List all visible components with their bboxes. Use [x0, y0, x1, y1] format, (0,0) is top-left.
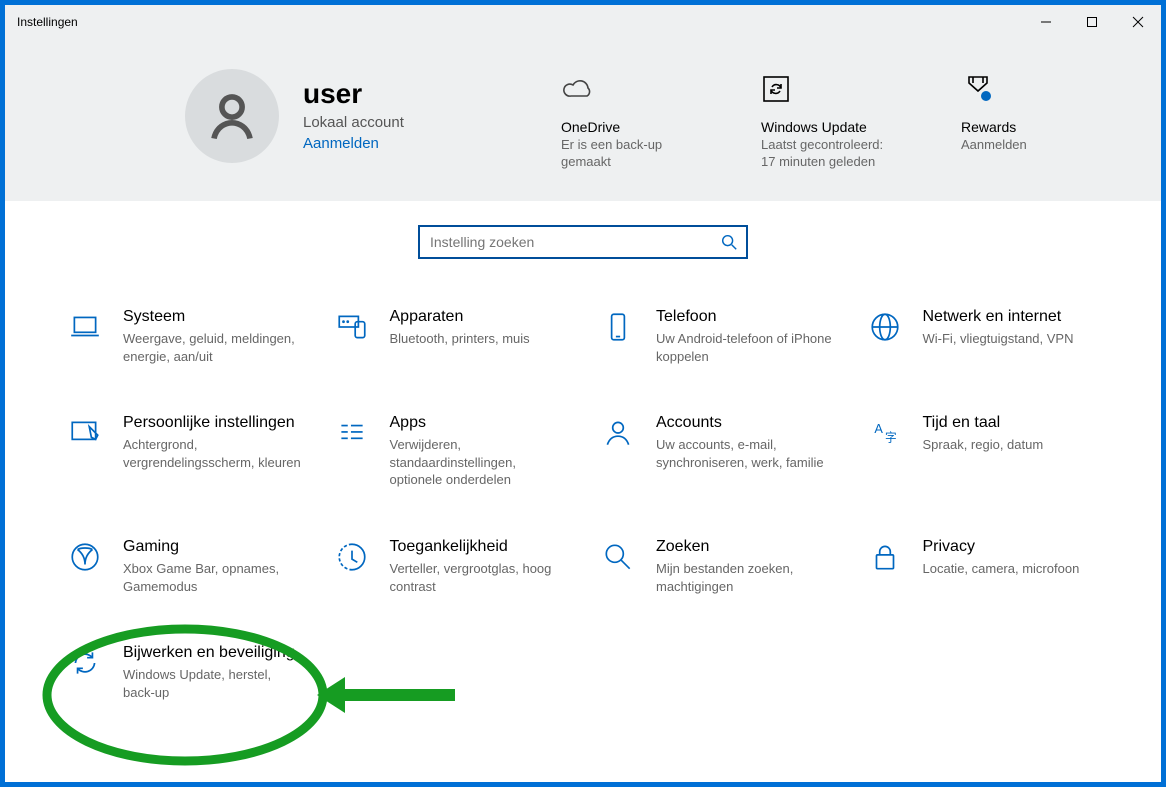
status-desc: Laatst gecontroleerd: 17 minuten geleden: [761, 137, 901, 171]
user-info: user Lokaal account Aanmelden: [303, 80, 404, 152]
category-desc: Verwijderen, standaardinstellingen, opti…: [390, 436, 569, 489]
laptop-icon: [65, 307, 105, 347]
time-language-icon: A字: [865, 413, 905, 453]
status-desc: Aanmelden: [961, 137, 1101, 154]
category-apps[interactable]: Apps Verwijderen, standaardinstellingen,…: [332, 413, 569, 489]
refresh-icon: [65, 643, 105, 683]
status-title: Rewards: [961, 119, 1101, 135]
category-time-language[interactable]: A字 Tijd en taal Spraak, regio, datum: [865, 413, 1102, 489]
window-title: Instellingen: [17, 15, 78, 29]
user-name: user: [303, 80, 404, 108]
minimize-icon: [1040, 16, 1052, 28]
account-icon: [598, 413, 638, 453]
minimize-button[interactable]: [1023, 5, 1069, 39]
status-title: OneDrive: [561, 119, 701, 135]
category-desc: Wi-Fi, vliegtuigstand, VPN: [923, 330, 1074, 348]
svg-text:字: 字: [885, 431, 897, 445]
category-desc: Windows Update, herstel, back-up: [123, 666, 302, 701]
rewards-icon: [961, 69, 1101, 109]
status-title: Windows Update: [761, 119, 901, 135]
category-title: Tijd en taal: [923, 413, 1044, 432]
search-icon: [598, 537, 638, 577]
search-icon: [720, 233, 738, 251]
category-system[interactable]: Systeem Weergave, geluid, meldingen, ene…: [65, 307, 302, 365]
avatar: [185, 69, 279, 163]
search-box[interactable]: [418, 225, 748, 259]
user-block[interactable]: user Lokaal account Aanmelden: [185, 69, 505, 163]
category-title: Persoonlijke instellingen: [123, 413, 302, 432]
maximize-icon: [1086, 16, 1098, 28]
lock-icon: [865, 537, 905, 577]
category-title: Systeem: [123, 307, 302, 326]
category-desc: Verteller, vergrootglas, hoog contrast: [390, 560, 569, 595]
search-area: [5, 201, 1161, 263]
category-desc: Xbox Game Bar, opnames, Gamemodus: [123, 560, 302, 595]
person-icon: [205, 89, 259, 143]
settings-window: Instellingen user Lokaal acco: [4, 4, 1162, 783]
category-desc: Locatie, camera, microfoon: [923, 560, 1080, 578]
category-title: Apparaten: [390, 307, 530, 326]
cloud-icon: [561, 69, 701, 109]
close-button[interactable]: [1115, 5, 1161, 39]
category-desc: Bluetooth, printers, muis: [390, 330, 530, 348]
category-devices[interactable]: Apparaten Bluetooth, printers, muis: [332, 307, 569, 365]
category-desc: Uw Android-telefoon of iPhone koppelen: [656, 330, 835, 365]
category-privacy[interactable]: Privacy Locatie, camera, microfoon: [865, 537, 1102, 595]
category-desc: Mijn bestanden zoeken, machtigingen: [656, 560, 835, 595]
maximize-button[interactable]: [1069, 5, 1115, 39]
category-title: Privacy: [923, 537, 1080, 556]
header: user Lokaal account Aanmelden OneDrive E…: [5, 39, 1161, 201]
titlebar: Instellingen: [5, 5, 1161, 39]
apps-icon: [332, 413, 372, 453]
status-tile-rewards[interactable]: Rewards Aanmelden: [961, 69, 1101, 171]
personalization-icon: [65, 413, 105, 453]
category-desc: Spraak, regio, datum: [923, 436, 1044, 454]
user-account-type: Lokaal account: [303, 114, 404, 131]
status-tiles: OneDrive Er is een back-up gemaakt Windo…: [561, 69, 1101, 171]
category-title: Toegankelijkheid: [390, 537, 569, 556]
search-input[interactable]: [428, 233, 720, 251]
devices-icon: [332, 307, 372, 347]
category-personalization[interactable]: Persoonlijke instellingen Achtergrond, v…: [65, 413, 302, 489]
sync-box-icon: [761, 69, 901, 109]
globe-icon: [865, 307, 905, 347]
category-update-security[interactable]: Bijwerken en beveiliging Windows Update,…: [65, 643, 302, 701]
category-desc: Achtergrond, vergrendelingsscherm, kleur…: [123, 436, 302, 471]
category-gaming[interactable]: Gaming Xbox Game Bar, opnames, Gamemodus: [65, 537, 302, 595]
sign-in-link[interactable]: Aanmelden: [303, 135, 404, 152]
category-title: Gaming: [123, 537, 302, 556]
category-search[interactable]: Zoeken Mijn bestanden zoeken, machtiging…: [598, 537, 835, 595]
category-accounts[interactable]: Accounts Uw accounts, e-mail, synchronis…: [598, 413, 835, 489]
category-title: Bijwerken en beveiliging: [123, 643, 302, 662]
category-desc: Weergave, geluid, meldingen, energie, aa…: [123, 330, 302, 365]
category-title: Zoeken: [656, 537, 835, 556]
category-phone[interactable]: Telefoon Uw Android-telefoon of iPhone k…: [598, 307, 835, 365]
close-icon: [1132, 16, 1144, 28]
category-network[interactable]: Netwerk en internet Wi-Fi, vliegtuigstan…: [865, 307, 1102, 365]
categories-grid: Systeem Weergave, geluid, meldingen, ene…: [5, 263, 1161, 702]
category-title: Accounts: [656, 413, 835, 432]
ease-of-access-icon: [332, 537, 372, 577]
window-controls: [1023, 5, 1161, 39]
category-desc: Uw accounts, e-mail, synchroniseren, wer…: [656, 436, 835, 471]
category-ease-of-access[interactable]: Toegankelijkheid Verteller, vergrootglas…: [332, 537, 569, 595]
phone-icon: [598, 307, 638, 347]
category-title: Apps: [390, 413, 569, 432]
xbox-icon: [65, 537, 105, 577]
category-title: Telefoon: [656, 307, 835, 326]
status-tile-onedrive[interactable]: OneDrive Er is een back-up gemaakt: [561, 69, 701, 171]
status-desc: Er is een back-up gemaakt: [561, 137, 701, 171]
category-title: Netwerk en internet: [923, 307, 1074, 326]
svg-text:A: A: [874, 421, 883, 436]
status-tile-windows-update[interactable]: Windows Update Laatst gecontroleerd: 17 …: [761, 69, 901, 171]
